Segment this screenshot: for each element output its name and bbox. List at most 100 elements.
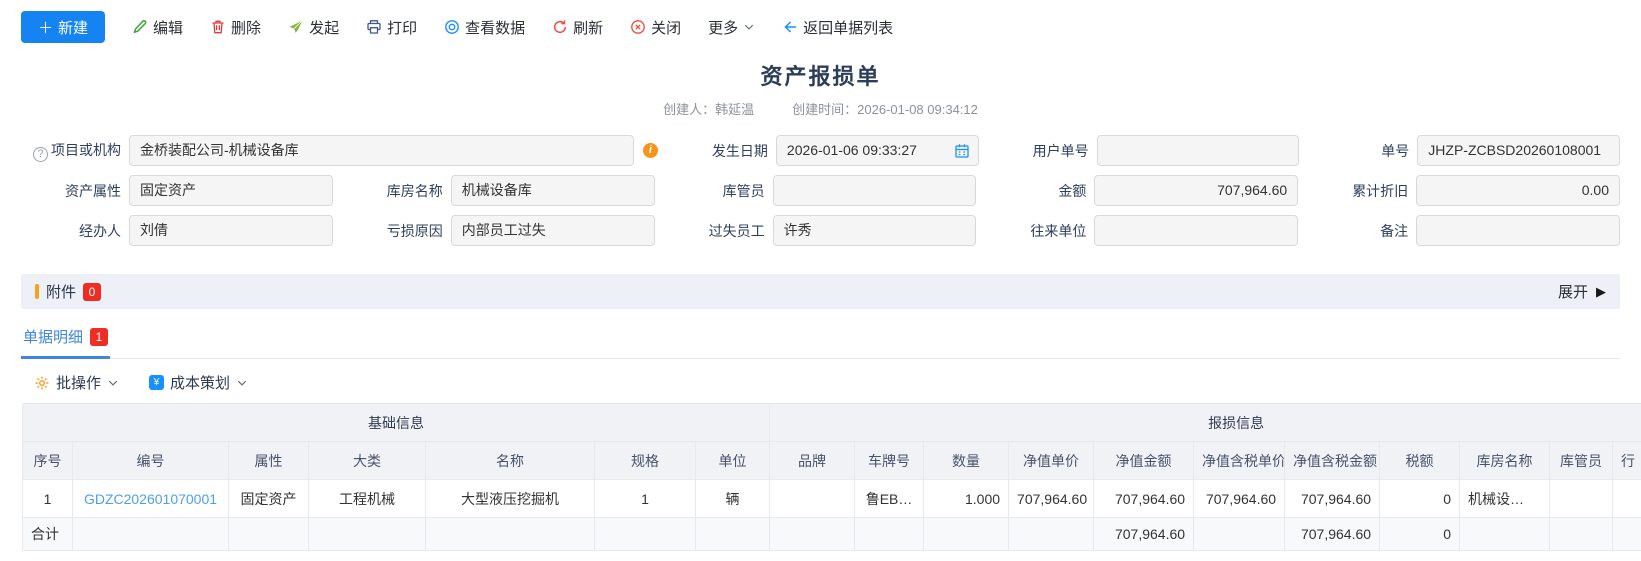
- attachment-count-badge: 0: [83, 283, 101, 301]
- launch-button-label: 发起: [309, 17, 339, 38]
- asset-attr-input[interactable]: 固定资产: [129, 175, 333, 206]
- keeper-input[interactable]: [773, 175, 977, 206]
- toolbar: ＋ 新建 编辑 删除 发起 打印 查看数据 刷新 关闭: [0, 0, 1641, 53]
- attachment-header: 附件 0: [35, 281, 101, 302]
- info-icon[interactable]: i: [643, 143, 658, 158]
- view-data-icon: [444, 19, 460, 35]
- cell-net-amount: 707,964.60: [1094, 480, 1194, 518]
- edit-button[interactable]: 编辑: [132, 17, 183, 38]
- form-row-2: 资产属性 固定资产 库房名称 机械设备库 库管员 金额 707,964.60 累…: [21, 175, 1620, 206]
- remark-input[interactable]: [1416, 215, 1620, 246]
- warehouse-input[interactable]: 机械设备库: [451, 175, 655, 206]
- col-net-price-tax: 净值含税单价: [1194, 442, 1285, 480]
- cell-spec: 1: [595, 480, 696, 518]
- table-group-header-row: 基础信息 报损信息: [23, 404, 1641, 442]
- field-user-no: 用户单号: [989, 135, 1300, 166]
- counterparty-label: 往来单位: [986, 221, 1094, 241]
- form-row-3: 经办人 刘倩 亏损原因 内部员工过失 过失员工 许秀 往来单位 备注: [21, 215, 1620, 246]
- user-no-input[interactable]: [1097, 135, 1300, 166]
- cell-name: 大型液压挖掘机: [426, 480, 595, 518]
- cell-seq: 1: [23, 480, 73, 518]
- table-row: 1 GDZC202601070001 固定资产 工程机械 大型液压挖掘机 1 辆…: [23, 480, 1641, 518]
- keeper-label: 库管员: [665, 181, 773, 201]
- project-input[interactable]: 金桥装配公司-机械设备库: [129, 135, 634, 166]
- col-seq: 序号: [23, 442, 73, 480]
- date-input[interactable]: 2026-01-06 09:33:27: [776, 135, 979, 166]
- delete-button[interactable]: 删除: [210, 17, 261, 38]
- warehouse-label: 库房名称: [343, 181, 451, 201]
- batch-ops-button[interactable]: 批操作: [34, 372, 119, 393]
- col-warehouse: 库房名称: [1460, 442, 1550, 480]
- print-button[interactable]: 打印: [366, 17, 417, 38]
- depreciation-input[interactable]: 0.00: [1416, 175, 1620, 206]
- document-form: ?项目或机构 金桥装配公司-机械设备库 i 发生日期 2026-01-06 09…: [0, 135, 1641, 246]
- cell-net-price-tax: 707,964.60: [1194, 480, 1285, 518]
- depreciation-label: 累计折旧: [1308, 181, 1416, 201]
- launch-button[interactable]: 发起: [288, 17, 339, 38]
- field-depreciation: 累计折旧 0.00: [1308, 175, 1620, 206]
- field-warehouse: 库房名称 机械设备库: [343, 175, 655, 206]
- plus-icon: ＋: [38, 17, 53, 38]
- col-net-price: 净值单价: [1009, 442, 1094, 480]
- col-brand: 品牌: [770, 442, 855, 480]
- back-to-list-button[interactable]: 返回单据列表: [782, 17, 893, 38]
- print-button-label: 打印: [387, 17, 417, 38]
- refresh-button[interactable]: 刷新: [552, 17, 603, 38]
- col-spec: 规格: [595, 442, 696, 480]
- cell-plate: 鲁EB…: [855, 480, 924, 518]
- cell-net-price: 707,964.60: [1009, 480, 1094, 518]
- col-plate: 车牌号: [855, 442, 924, 480]
- cell-category: 工程机械: [309, 480, 426, 518]
- fault-employee-input[interactable]: 许秀: [773, 215, 977, 246]
- arrow-left-icon: [782, 19, 798, 35]
- printer-icon: [366, 19, 382, 35]
- help-icon[interactable]: ?: [33, 147, 48, 162]
- tab-detail[interactable]: 单据明细 1: [21, 326, 110, 359]
- new-button[interactable]: ＋ 新建: [21, 11, 105, 43]
- col-keeper: 库管员: [1550, 442, 1613, 480]
- total-tax: 0: [1380, 518, 1460, 551]
- play-icon: ▶: [1596, 284, 1606, 300]
- col-net-amount-tax: 净值含税金额: [1285, 442, 1380, 480]
- attachment-bar[interactable]: 附件 0 展开 ▶: [21, 274, 1620, 309]
- field-keeper: 库管员: [665, 175, 977, 206]
- edit-button-label: 编辑: [153, 17, 183, 38]
- creator-name: 韩延温: [715, 102, 754, 117]
- trash-icon: [210, 19, 226, 35]
- field-asset-attr: 资产属性 固定资产: [21, 175, 333, 206]
- close-circle-icon: [630, 19, 646, 35]
- chevron-down-icon: [236, 377, 248, 389]
- tab-detail-label: 单据明细: [23, 326, 83, 347]
- doc-no-input[interactable]: JHZP-ZCBSD20260108001: [1417, 135, 1620, 166]
- close-button-label: 关闭: [651, 17, 681, 38]
- cell-brand: [770, 480, 855, 518]
- detail-table: 基础信息 报损信息 序号 编号 属性 大类 名称 规格 单位 品牌 车牌号 数量…: [22, 403, 1641, 551]
- asset-code-link[interactable]: GDZC202601070001: [84, 491, 217, 507]
- chevron-down-icon: [743, 21, 755, 33]
- col-extra: 行: [1613, 442, 1641, 480]
- counterparty-input[interactable]: [1094, 215, 1298, 246]
- calendar-icon[interactable]: [954, 143, 970, 159]
- detail-table-wrap: 基础信息 报损信息 序号 编号 属性 大类 名称 规格 单位 品牌 车牌号 数量…: [22, 403, 1641, 551]
- more-button[interactable]: 更多: [708, 17, 755, 38]
- loss-reason-input[interactable]: 内部员工过失: [451, 215, 655, 246]
- pencil-icon: [132, 19, 148, 35]
- doc-meta: 创建人：韩延温 创建时间：2026-01-08 09:34:12: [0, 99, 1641, 118]
- close-button[interactable]: 关闭: [630, 17, 681, 38]
- batch-ops-label: 批操作: [56, 372, 101, 393]
- handler-input[interactable]: 刘倩: [129, 215, 333, 246]
- col-net-amount: 净值金额: [1094, 442, 1194, 480]
- cost-plan-button[interactable]: ¥ 成本策划: [149, 372, 248, 393]
- field-doc-no: 单号 JHZP-ZCBSD20260108001: [1309, 135, 1620, 166]
- loss-reason-label: 亏损原因: [343, 221, 451, 241]
- form-row-1: ?项目或机构 金桥装配公司-机械设备库 i 发生日期 2026-01-06 09…: [21, 135, 1620, 166]
- view-data-button[interactable]: 查看数据: [444, 17, 525, 38]
- field-fault-employee: 过失员工 许秀: [665, 215, 977, 246]
- doc-no-label: 单号: [1309, 141, 1417, 161]
- table-total-row: 合计 707,964.60 707,964.60 0: [23, 518, 1641, 551]
- field-handler: 经办人 刘倩: [21, 215, 333, 246]
- expand-button[interactable]: 展开 ▶: [1558, 281, 1606, 302]
- fault-employee-label: 过失员工: [665, 221, 773, 241]
- field-counterparty: 往来单位: [986, 215, 1298, 246]
- amount-input[interactable]: 707,964.60: [1094, 175, 1298, 206]
